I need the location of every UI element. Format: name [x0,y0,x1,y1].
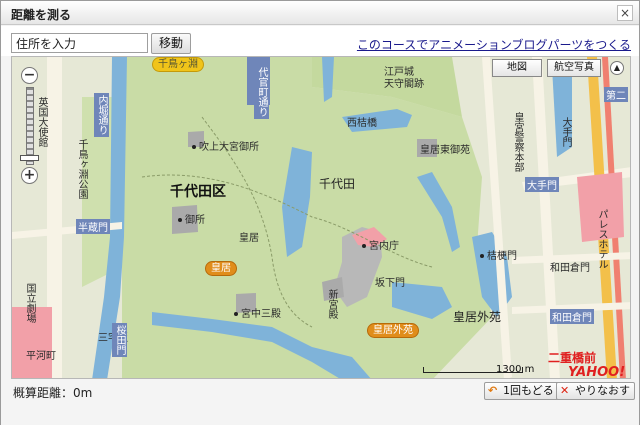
label-chiyoda-ku: 千代田区 [170,184,226,200]
road-label-wadakura: 和田倉門 [550,309,594,324]
label-keisatsu: 皇宮警察本部 [512,112,523,172]
label-kokuritsu: 国立劇場 [24,283,35,323]
blog-parts-link[interactable]: このコースでアニメーションブログパーツをつくる [357,36,631,53]
restart-label: やりなおす [575,384,630,397]
label-fukiage: 吹上大宮御所 [192,138,259,153]
road-label-daini: 第二 [604,87,628,102]
road-label-uchibori: 内堀通り [94,93,109,137]
scale-label: 1300 m [496,364,535,375]
yahoo-logo: YAHOO! [568,365,626,379]
label-gosho: 御所 [178,211,205,226]
label-wadakura: 和田倉門 [550,263,590,274]
label-kyuchu-sanden: 宮中三殿 [234,305,281,320]
road-label-hanzomon: 半蔵門 [76,219,110,234]
dialog-titlebar: 距離を測る × [1,1,639,25]
road-label-ote: 大手門 [525,177,559,192]
label-kokyo: 皇居 [239,233,259,244]
road-label-daikancho: 代官町通り [254,65,269,119]
station-label: 二重橋前 [548,351,597,365]
address-input[interactable] [11,33,148,53]
label-shinkyuden: 新宮殿 [326,289,337,319]
label-tenshukaku: 天守閣跡 [384,79,424,90]
clear-icon: ✕ [560,384,570,397]
move-button[interactable]: 移動 [151,33,191,54]
close-icon[interactable]: × [617,5,633,21]
label-chiyoda: 千代田 [319,177,356,191]
label-eikoku: 英国大使館 [36,97,47,147]
zoom-slider-track[interactable] [26,87,34,165]
measure-distance-dialog: 距離を測る × 移動 このコースでアニメーションブログパーツをつくる [0,0,640,425]
undo-icon: ↶ [488,384,498,397]
distance-readout: 概算距離：0m [13,386,93,400]
restart-button[interactable]: ✕ やりなおす [556,382,635,400]
road-label-sakuradamon: 桜田門 [112,323,127,357]
label-palace-hotel: パレスホテル [596,209,607,269]
zoom-in-icon[interactable]: + [21,167,38,184]
label-nishikibashi: 西桔橋 [347,118,377,129]
label-chidorigafuchi-park: 千鳥ヶ淵公園 [76,139,87,199]
zoom-slider-handle[interactable] [20,155,39,161]
label-kunaicho: 宮内庁 [362,237,399,252]
pill-kokyo-gaien: 皇居外苑 [367,323,419,338]
aerial-mode-button[interactable]: 航空写真 [547,59,601,77]
map-view[interactable]: 千代田区 千代田 吹上大宮御所 御所 皇居 宮中三殿 新宮殿 宮内庁 坂下門 皇… [11,56,631,379]
undo-label: 1回もどる [503,384,554,397]
pill-chidorigafuchi: 千鳥ヶ淵 [152,57,204,72]
label-hirakawa: 平河町 [26,351,56,362]
zoom-out-icon[interactable]: − [21,67,38,84]
compass-icon[interactable]: ▲ [610,61,624,75]
footer: 概算距離：0m ↶ 1回もどる ✕ やりなおす [1,380,639,425]
dialog-title: 距離を測る [11,8,72,22]
toolbar: 移動 このコースでアニメーションブログパーツをつくる [1,26,639,56]
undo-button[interactable]: ↶ 1回もどる [484,382,559,400]
pill-kokyo: 皇居 [205,261,237,276]
label-kikyomon: 桔梗門 [480,247,517,262]
map-mode-button[interactable]: 地図 [492,59,542,77]
label-sakashitamon: 坂下門 [375,278,405,289]
label-higashigyoen: 皇居東御苑 [420,145,470,156]
label-kokyo-gaien: 皇居外苑 [453,310,502,324]
label-ote: 大手門 [560,117,571,147]
